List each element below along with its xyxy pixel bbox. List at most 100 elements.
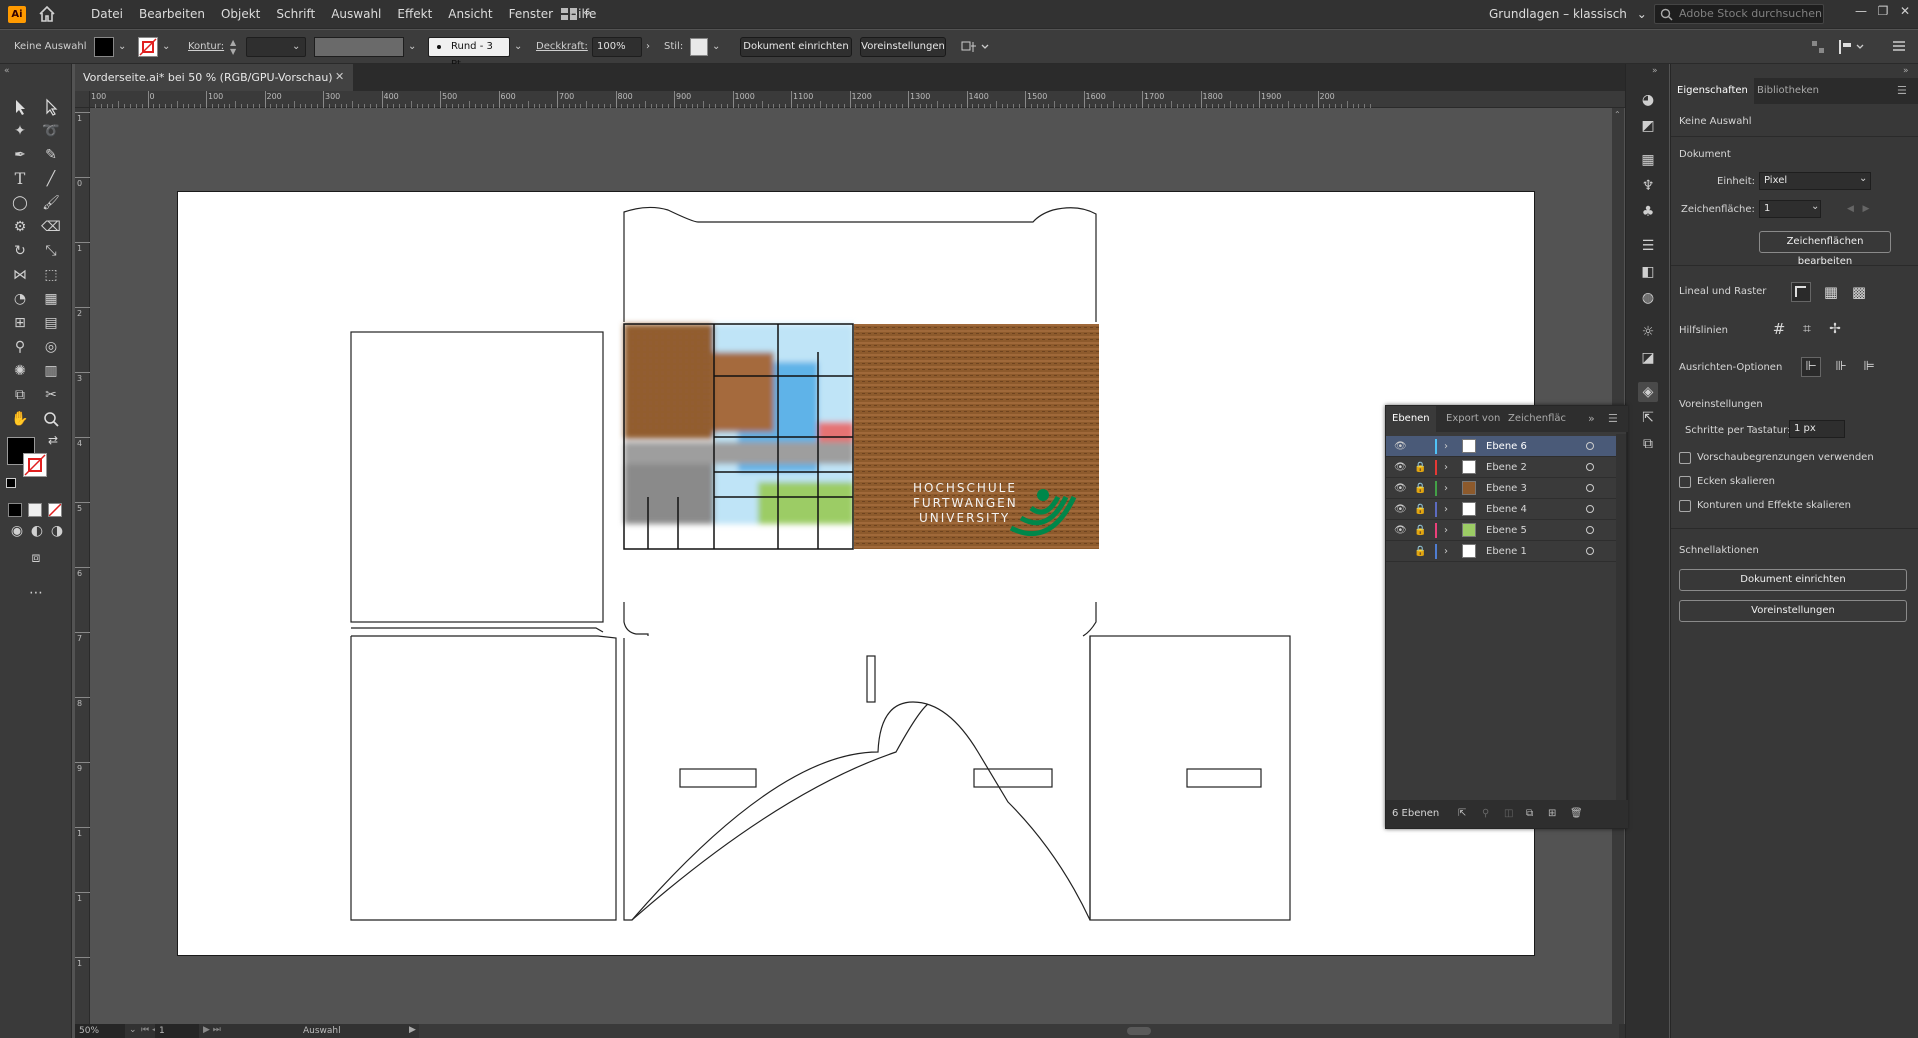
menu-datei[interactable]: Datei bbox=[83, 6, 131, 22]
free-transform-tool-icon[interactable]: ⬚ bbox=[40, 264, 62, 286]
layer-row[interactable]: 👁 🔒 › Ebene 3 bbox=[1386, 478, 1616, 499]
close-window-icon[interactable]: ✕ bbox=[1894, 4, 1916, 22]
expand-arrow-icon[interactable]: › bbox=[1444, 457, 1448, 478]
graphic-style-swatch[interactable] bbox=[690, 38, 708, 56]
edit-artboards-button[interactable]: Zeichenflächen bearbeiten bbox=[1759, 231, 1891, 267]
chevron-down-icon[interactable]: ⌄ bbox=[408, 39, 416, 55]
layer-row[interactable]: 👁 🔒 › Ebene 2 bbox=[1386, 457, 1616, 478]
collapse-icon[interactable]: « bbox=[4, 66, 10, 76]
target-circle-icon[interactable] bbox=[1586, 547, 1594, 555]
workspace-switcher[interactable]: Grundlagen – klassisch ⌄ bbox=[1489, 5, 1647, 23]
visibility-eye-icon[interactable]: 👁 bbox=[1394, 499, 1407, 520]
stepper-icon[interactable]: ▲ ▼ bbox=[230, 38, 242, 56]
new-layer-icon[interactable]: ⊞ bbox=[1548, 800, 1556, 828]
ruler-origin[interactable] bbox=[75, 91, 90, 108]
layer-name[interactable]: Ebene 3 bbox=[1486, 478, 1527, 499]
trash-icon[interactable]: 🗑 bbox=[1570, 800, 1583, 828]
unit-dropdown[interactable]: Pixel bbox=[1759, 172, 1871, 190]
lock-guides-icon[interactable]: ⌗ bbox=[1797, 319, 1817, 339]
align-to-artboard-icon[interactable]: ⊫ bbox=[1859, 357, 1879, 377]
lock-icon[interactable]: 🔒 bbox=[1414, 478, 1426, 499]
horizontal-scrollbar[interactable] bbox=[419, 1024, 1619, 1038]
expand-arrow-icon[interactable]: › bbox=[1444, 436, 1448, 457]
document-tab[interactable]: Vorderseite.ai* bei 50 % (RGB/GPU-Vorsch… bbox=[75, 64, 353, 91]
tab-ebenen[interactable]: Ebenen bbox=[1386, 406, 1436, 432]
layer-name[interactable]: Ebene 2 bbox=[1486, 457, 1527, 478]
edit-toolbar-icon[interactable]: ⋯ bbox=[25, 582, 47, 604]
scale-tool-icon[interactable]: ⤡ bbox=[40, 240, 62, 262]
rotate-tool-icon[interactable]: ↻ bbox=[9, 240, 31, 262]
layer-name[interactable]: Ebene 4 bbox=[1486, 499, 1527, 520]
zoom-dropdown-icon[interactable]: ⌄ bbox=[129, 1025, 137, 1035]
align-icon[interactable] bbox=[1810, 39, 1826, 58]
chevron-down-icon[interactable]: ⌄ bbox=[118, 39, 126, 55]
layer-name[interactable]: Ebene 6 bbox=[1486, 436, 1527, 457]
visibility-eye-icon[interactable]: 👁 bbox=[1394, 457, 1407, 478]
magic-wand-tool-icon[interactable]: ✦ bbox=[9, 120, 31, 142]
eyedropper-tool-icon[interactable]: ⚲ bbox=[9, 336, 31, 358]
color-mode-icon[interactable] bbox=[8, 503, 22, 517]
artboard[interactable]: HOCHSCHULE FURTWANGEN UNIVERSITY bbox=[177, 191, 1535, 956]
menu-fenster[interactable]: Fenster bbox=[501, 6, 562, 22]
visibility-eye-icon[interactable]: 👁 bbox=[1394, 520, 1407, 541]
tab-zeichenflaechen[interactable]: Zeichenfläc bbox=[1502, 406, 1572, 432]
lock-icon[interactable]: 🔒 bbox=[1414, 499, 1426, 520]
slice-tool-icon[interactable]: ✂ bbox=[40, 384, 62, 406]
canvas[interactable]: HOCHSCHULE FURTWANGEN UNIVERSITY bbox=[90, 108, 1610, 1024]
locate-object-icon[interactable]: ⚲ bbox=[1482, 800, 1489, 828]
stroke-swatch[interactable] bbox=[138, 37, 158, 57]
zoom-field[interactable]: 50% bbox=[75, 1024, 125, 1038]
perspective-grid-tool-icon[interactable]: ▦ bbox=[40, 288, 62, 310]
asset-export-icon[interactable]: ⇱ bbox=[1638, 408, 1658, 428]
color-panel-icon[interactable]: ◕ bbox=[1638, 90, 1658, 110]
chevron-down-icon[interactable]: ⌄ bbox=[162, 39, 170, 55]
menu-objekt[interactable]: Objekt bbox=[213, 6, 268, 22]
color-guide-icon[interactable]: ◩ bbox=[1638, 116, 1658, 136]
gradient-tool-icon[interactable]: ▤ bbox=[40, 312, 62, 334]
layer-name[interactable]: Ebene 1 bbox=[1486, 541, 1527, 562]
gradient-panel-icon[interactable]: ◧ bbox=[1638, 262, 1658, 282]
home-icon[interactable] bbox=[38, 5, 56, 23]
transparency-grid-icon[interactable]: ▩ bbox=[1849, 282, 1869, 302]
target-circle-icon[interactable] bbox=[1586, 484, 1594, 492]
expand-icon[interactable]: » bbox=[1652, 66, 1658, 76]
panel-menu-icon[interactable]: ☰ bbox=[1897, 84, 1907, 97]
menu-ansicht[interactable]: Ansicht bbox=[440, 6, 500, 22]
chevron-down-icon[interactable]: ⌄ bbox=[292, 39, 300, 55]
line-tool-icon[interactable]: ╱ bbox=[40, 168, 62, 190]
pen-tool-icon[interactable]: ✒ bbox=[9, 144, 31, 166]
panel-menu-icon[interactable] bbox=[1892, 39, 1906, 56]
transform-icon[interactable] bbox=[1838, 39, 1868, 58]
tab-bibliotheken[interactable]: Bibliotheken bbox=[1751, 78, 1825, 104]
scroll-thumb[interactable] bbox=[1127, 1027, 1151, 1035]
lasso-tool-icon[interactable]: ➰ bbox=[40, 120, 62, 142]
more-tabs-icon[interactable]: » bbox=[1588, 412, 1595, 425]
screen-mode-icon[interactable]: ⧈ bbox=[25, 547, 47, 569]
swatches-panel-icon[interactable]: ▦ bbox=[1638, 150, 1658, 170]
layers-panel-icon[interactable]: ◈ bbox=[1638, 382, 1658, 402]
paintbrush-tool-icon[interactable]: 🖌 bbox=[40, 192, 62, 214]
lock-icon[interactable]: 🔒 bbox=[1414, 520, 1426, 541]
artboard-tool-icon[interactable]: ⧉ bbox=[9, 384, 31, 406]
layers-scrollbar[interactable] bbox=[1616, 434, 1626, 800]
show-guides-icon[interactable]: # bbox=[1769, 319, 1789, 339]
draw-behind-icon[interactable]: ◐ bbox=[26, 520, 48, 542]
preview-bounds-checkbox[interactable] bbox=[1679, 452, 1691, 464]
hand-tool-icon[interactable]: ✋ bbox=[9, 408, 31, 430]
transparency-panel-icon[interactable]: ◍ bbox=[1638, 288, 1658, 308]
layer-row[interactable]: 👁 🔒 › Ebene 4 bbox=[1386, 499, 1616, 520]
fill-swatch[interactable] bbox=[94, 37, 114, 57]
target-circle-icon[interactable] bbox=[1586, 463, 1594, 471]
panel-menu-icon[interactable]: ☰ bbox=[1608, 412, 1618, 425]
layer-row[interactable]: 🔒 › Ebene 1 bbox=[1386, 541, 1616, 562]
default-colors-icon[interactable] bbox=[6, 478, 16, 488]
gradient-mode-icon[interactable] bbox=[28, 503, 42, 517]
layer-name[interactable]: Ebene 5 bbox=[1486, 520, 1527, 541]
clipping-mask-icon[interactable]: ◫ bbox=[1504, 800, 1513, 828]
stock-search-input[interactable]: Adobe Stock durchsuchen bbox=[1654, 4, 1824, 24]
ellipse-tool-icon[interactable]: ◯ bbox=[9, 192, 31, 214]
smart-guides-icon[interactable]: ✢ bbox=[1825, 319, 1845, 339]
align-to-key-object-icon[interactable]: ⊪ bbox=[1831, 357, 1851, 377]
visibility-eye-icon[interactable]: 👁 bbox=[1394, 478, 1407, 499]
width-tool-icon[interactable]: ⋈ bbox=[9, 264, 31, 286]
